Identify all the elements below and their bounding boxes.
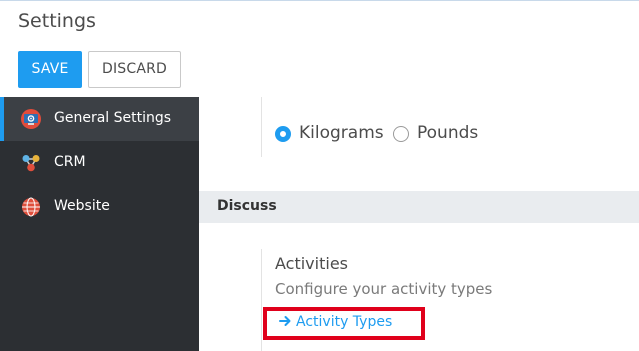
save-button[interactable]: SAVE xyxy=(18,51,82,88)
sidebar-item-general-settings[interactable]: General Settings xyxy=(0,97,199,141)
setting-divider xyxy=(261,97,262,157)
highlight-annotation-box xyxy=(263,307,425,340)
sidebar-item-website[interactable]: Website xyxy=(0,185,199,229)
setting-divider xyxy=(261,249,262,351)
activities-setting-description: Configure your activity types xyxy=(275,280,493,298)
section-title: Discuss xyxy=(217,198,277,214)
control-panel: Settings SAVE DISCARD xyxy=(0,1,639,97)
sidebar-item-crm[interactable]: CRM xyxy=(0,141,199,185)
radio-label-kilograms[interactable]: Kilograms xyxy=(299,123,384,143)
radio-label-pounds[interactable]: Pounds xyxy=(417,123,478,143)
radio-pounds[interactable] xyxy=(393,126,409,142)
section-header-discuss: Discuss xyxy=(199,191,639,223)
discard-button[interactable]: DISCARD xyxy=(88,51,181,88)
website-globe-icon xyxy=(21,197,41,217)
sidebar-item-label: CRM xyxy=(54,154,86,170)
crm-icon xyxy=(21,153,41,173)
settings-sidebar: General Settings CRM Website xyxy=(0,97,199,351)
activities-setting-title: Activities xyxy=(275,254,348,273)
page-title: Settings xyxy=(18,10,96,32)
radio-kilograms[interactable] xyxy=(275,126,291,142)
sidebar-item-label: General Settings xyxy=(54,110,172,126)
settings-main-content: Kilograms Pounds Discuss Activities Conf… xyxy=(199,97,639,351)
sidebar-item-label: Website xyxy=(54,198,110,214)
general-settings-icon xyxy=(21,109,41,129)
